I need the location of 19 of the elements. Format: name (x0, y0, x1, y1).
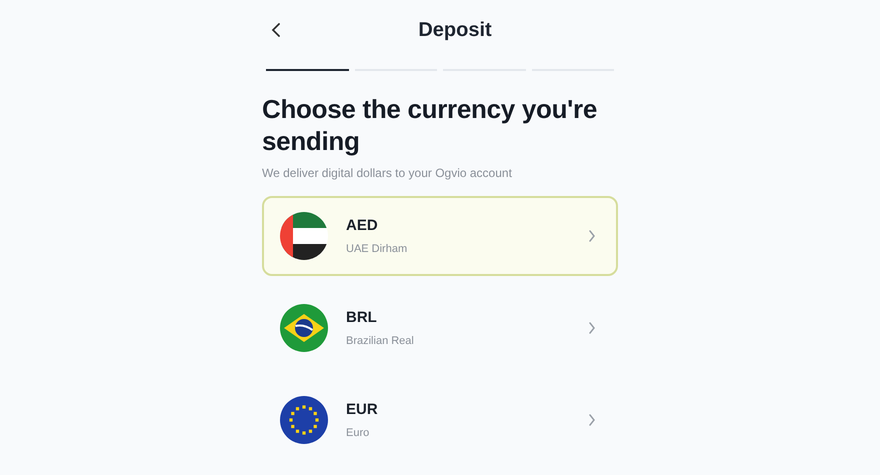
flag-icon (280, 304, 328, 352)
currency-code: AED (346, 216, 379, 236)
flag-icon (280, 212, 328, 260)
currency-name: Euro (346, 426, 370, 440)
currency-code: BRL (346, 308, 378, 328)
chevron-right-icon (588, 230, 596, 242)
chevron-right-icon (588, 322, 596, 334)
currency-name: UAE Dirham (346, 242, 408, 256)
heading: Choose the currency you're sending (262, 93, 598, 157)
flag-icon (280, 396, 328, 444)
subtitle: We deliver digital dollars to your Ogvio account (262, 165, 513, 182)
currency-code: EUR (346, 400, 379, 420)
currency-option[interactable]: BRL Brazilian Real (262, 288, 618, 368)
currency-option[interactable]: AED UAE Dirham (262, 196, 618, 276)
currency-option[interactable]: EUR Euro (262, 380, 618, 460)
currency-name: Brazilian Real (346, 334, 415, 348)
back-icon (271, 23, 281, 37)
chevron-right-icon (588, 414, 596, 426)
page-title: Deposit (418, 18, 492, 43)
